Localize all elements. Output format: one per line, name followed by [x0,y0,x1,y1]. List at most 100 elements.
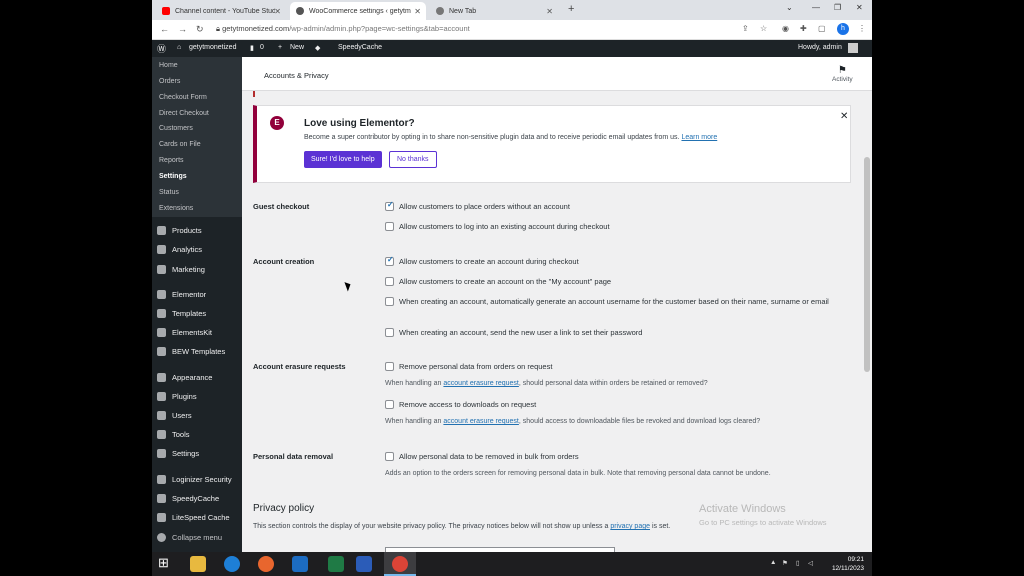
sidebar-item-speedycache[interactable]: SpeedyCache [157,494,219,503]
submenu-home[interactable]: Home [159,62,178,69]
wordpress-logo-icon[interactable]: Ⓦ [157,42,166,55]
guest-checkout-option-1[interactable]: Allow customers to place orders without … [385,200,570,212]
option-text: When creating an account, automatically … [399,297,829,306]
url-field[interactable]: 🔒︎ getytmonetized.com/wp-admin/admin.php… [216,24,470,34]
activate-windows-watermark: Activate Windows [699,503,786,515]
flag-icon[interactable]: ⚑ [782,559,788,567]
checkbox[interactable] [385,452,394,461]
sidebar-item-plugins[interactable]: Plugins [157,392,197,401]
speedycache-link[interactable]: SpeedyCache [338,44,382,51]
sidebar-item-settings[interactable]: Settings [157,449,199,458]
erasure-option-orders[interactable]: Remove personal data from orders on requ… [385,362,552,372]
erasure-option-downloads[interactable]: Remove access to downloads on request [385,400,536,410]
bew-templates-icon [157,347,166,356]
kebab-menu-icon[interactable]: ⋮ [858,24,866,33]
account-creation-option-1[interactable]: Allow customers to create an account dur… [385,255,579,267]
submenu-direct-checkout[interactable]: Direct Checkout [159,110,209,117]
volume-icon[interactable]: ◁ [808,559,813,567]
internet-explorer-icon[interactable] [224,556,240,572]
comment-icon[interactable]: ▮ [250,44,254,52]
bulk-removal-option[interactable]: Allow personal data to be removed in bul… [385,452,579,462]
account-creation-option-4[interactable]: When creating an account, send the new u… [385,328,642,338]
maximize-icon[interactable]: ❐ [834,3,841,12]
file-explorer-icon[interactable] [190,556,206,572]
collapse-menu-button[interactable]: Collapse menu [157,533,222,542]
close-tab-icon[interactable]: ✕ [274,7,281,16]
account-greeting[interactable]: Howdy, admin [798,44,842,51]
elementor-notice: E Love using Elementor? Become a super c… [253,105,851,183]
chrome-taskbar-button[interactable] [384,552,416,576]
puzzle-icon[interactable]: ✚ [800,24,807,33]
close-tab-icon[interactable]: ✕ [546,7,553,16]
new-tab-button[interactable]: + [568,3,574,15]
reload-icon[interactable]: ↻ [196,24,204,35]
opt-in-button[interactable]: Sure! I'd love to help [304,151,382,168]
taskbar-clock[interactable]: 09:21 12/11/2023 [824,555,864,573]
tab-search-icon[interactable]: ⌄ [786,3,793,12]
windows-start-icon[interactable]: ⊞ [158,555,174,571]
privacy-page-link[interactable]: privacy page [610,523,650,530]
checkbox[interactable] [385,362,394,371]
tab-new-tab[interactable]: New Tab ✕ [430,2,558,20]
submenu-extensions[interactable]: Extensions [159,205,193,212]
bookmark-star-icon[interactable]: ☆ [760,24,767,33]
close-icon[interactable]: ✕ [840,111,848,122]
sidebar-item-appearance[interactable]: Appearance [157,373,212,382]
firefox-icon[interactable] [258,556,274,572]
sidebar-item-tools[interactable]: Tools [157,430,190,439]
submenu-checkout-form[interactable]: Checkout Form [159,94,207,101]
profile-avatar[interactable]: h [837,23,849,35]
sidebar-item-litespeed-cache[interactable]: LiteSpeed Cache [157,513,230,522]
account-erasure-request-link[interactable]: account erasure request [443,380,519,387]
sidebar-item-products[interactable]: Products [157,226,202,235]
checkbox-checked[interactable] [385,200,394,211]
guest-checkout-option-2[interactable]: Allow customers to log into an existing … [385,222,610,232]
checkbox[interactable] [385,328,394,337]
new-content-link[interactable]: New [290,44,304,51]
submenu-reports[interactable]: Reports [159,157,184,164]
network-icon[interactable]: ▯ [796,559,800,567]
site-name-link[interactable]: getytmonetized [189,44,236,51]
back-icon[interactable]: ← [160,24,169,34]
submenu-customers[interactable]: Customers [159,125,193,132]
sidebar-item-loginizer[interactable]: Loginizer Security [157,475,232,484]
account-creation-option-3[interactable]: When creating an account, automatically … [385,297,835,307]
activity-button[interactable]: ⚑ Activity [832,65,853,83]
checkbox[interactable] [385,222,394,231]
user-avatar[interactable] [848,43,858,53]
sidebar-item-analytics[interactable]: Analytics [157,245,202,254]
sidebar-item-users[interactable]: Users [157,411,192,420]
scrollbar-thumb[interactable] [864,157,870,372]
close-window-icon[interactable]: ✕ [856,3,863,12]
sidebar-item-marketing[interactable]: Marketing [157,265,205,274]
store-icon[interactable] [292,556,308,572]
submenu-cards-on-file[interactable]: Cards on File [159,141,201,148]
submenu-settings[interactable]: Settings [159,173,187,180]
account-creation-option-2[interactable]: Allow customers to create an account on … [385,277,611,287]
minimize-icon[interactable]: — [812,3,820,12]
checkbox-checked[interactable] [385,255,394,266]
tab-woocommerce-settings[interactable]: WooCommerce settings ‹ getytm ✕ [290,2,426,20]
no-thanks-button[interactable]: No thanks [389,151,437,168]
forward-icon[interactable]: → [178,24,187,34]
tab-youtube-studio[interactable]: Channel content - YouTube Studio ✕ [156,2,286,20]
app-icon[interactable] [356,556,372,572]
checkbox[interactable] [385,400,394,409]
sidepanel-icon[interactable]: ▢ [818,24,826,33]
sidebar-item-label: ElementsKit [172,328,213,337]
extension-icon[interactable]: ◉ [782,24,789,33]
sidebar-item-templates[interactable]: Templates [157,309,206,318]
account-erasure-request-link[interactable]: account erasure request [443,418,519,425]
sidebar-item-elementor[interactable]: Elementor [157,290,206,299]
tray-expand-icon[interactable]: ▲ [770,559,776,566]
checkbox[interactable] [385,277,394,286]
checkbox[interactable] [385,297,394,306]
sidebar-item-bew-templates[interactable]: BEW Templates [157,347,225,356]
learn-more-link[interactable]: Learn more [681,134,717,141]
share-icon[interactable]: ⇪ [742,24,749,33]
close-tab-icon[interactable]: ✕ [414,7,421,16]
submenu-status[interactable]: Status [159,189,179,196]
excel-icon[interactable] [328,556,344,572]
sidebar-item-elementskit[interactable]: ElementsKit [157,328,212,337]
submenu-orders[interactable]: Orders [159,78,180,85]
